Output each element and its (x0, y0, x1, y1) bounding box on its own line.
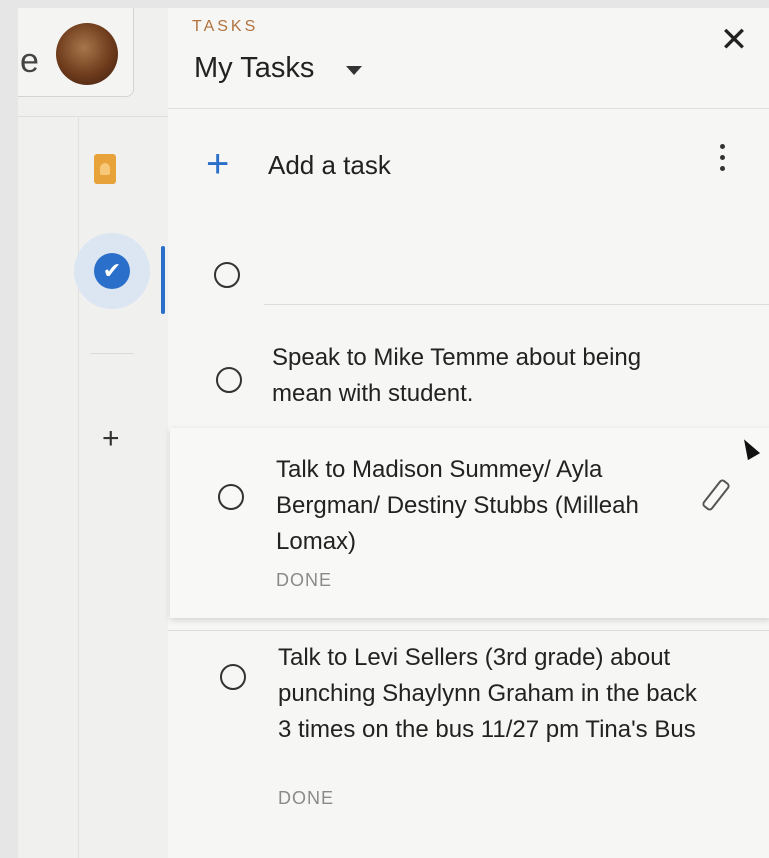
plus-icon: + (206, 142, 230, 186)
add-app-icon[interactable]: + (102, 422, 120, 456)
app-title-fragment: e (20, 42, 39, 80)
task-checkbox[interactable] (220, 664, 246, 690)
header-divider (168, 108, 769, 109)
task-checkbox[interactable] (214, 262, 240, 288)
active-indicator (161, 246, 165, 314)
screen: e ✔ + TASKS My Tasks ✕ + Add a task Spea… (18, 8, 769, 858)
rail-divider (18, 116, 168, 117)
task-status: DONE (278, 788, 335, 808)
task-checkbox[interactable] (218, 484, 244, 510)
account-card: e (18, 8, 134, 97)
task-item[interactable]: Talk to Levi Sellers (3rd grade) about p… (168, 638, 769, 828)
panel-subtitle: TASKS (192, 18, 259, 35)
task-item[interactable]: Talk to Madison Summey/ Ayla Bergman/ De… (170, 428, 769, 618)
task-divider (168, 630, 769, 631)
rail-separator (90, 353, 134, 354)
add-task-label: Add a task (268, 150, 391, 180)
task-checkbox[interactable] (216, 367, 242, 393)
tasks-app-button[interactable]: ✔ (74, 233, 150, 309)
task-title: Talk to Madison Summey/ Ayla Bergman/ De… (276, 456, 639, 555)
close-icon[interactable]: ✕ (716, 22, 752, 58)
avatar[interactable] (56, 23, 118, 85)
task-item[interactable]: Speak to Mike Temme about being mean wit… (168, 326, 769, 430)
new-task-underline (264, 304, 769, 305)
add-task-button[interactable]: + Add a task (192, 140, 732, 190)
side-rail: e ✔ + (18, 8, 168, 858)
keep-icon[interactable] (94, 154, 116, 184)
tasks-panel: TASKS My Tasks ✕ + Add a task Speak to M… (168, 8, 769, 858)
new-task-row[interactable] (168, 238, 769, 308)
more-options-icon[interactable] (720, 144, 726, 176)
task-list-selector[interactable]: My Tasks (194, 52, 314, 85)
chevron-down-icon[interactable] (346, 66, 362, 75)
tasks-check-icon: ✔ (94, 253, 130, 289)
task-status: DONE (276, 570, 333, 590)
task-title: Talk to Levi Sellers (3rd grade) about p… (278, 644, 697, 743)
rail-vertical-line (78, 116, 79, 858)
task-title: Speak to Mike Temme about being mean wit… (272, 344, 642, 407)
